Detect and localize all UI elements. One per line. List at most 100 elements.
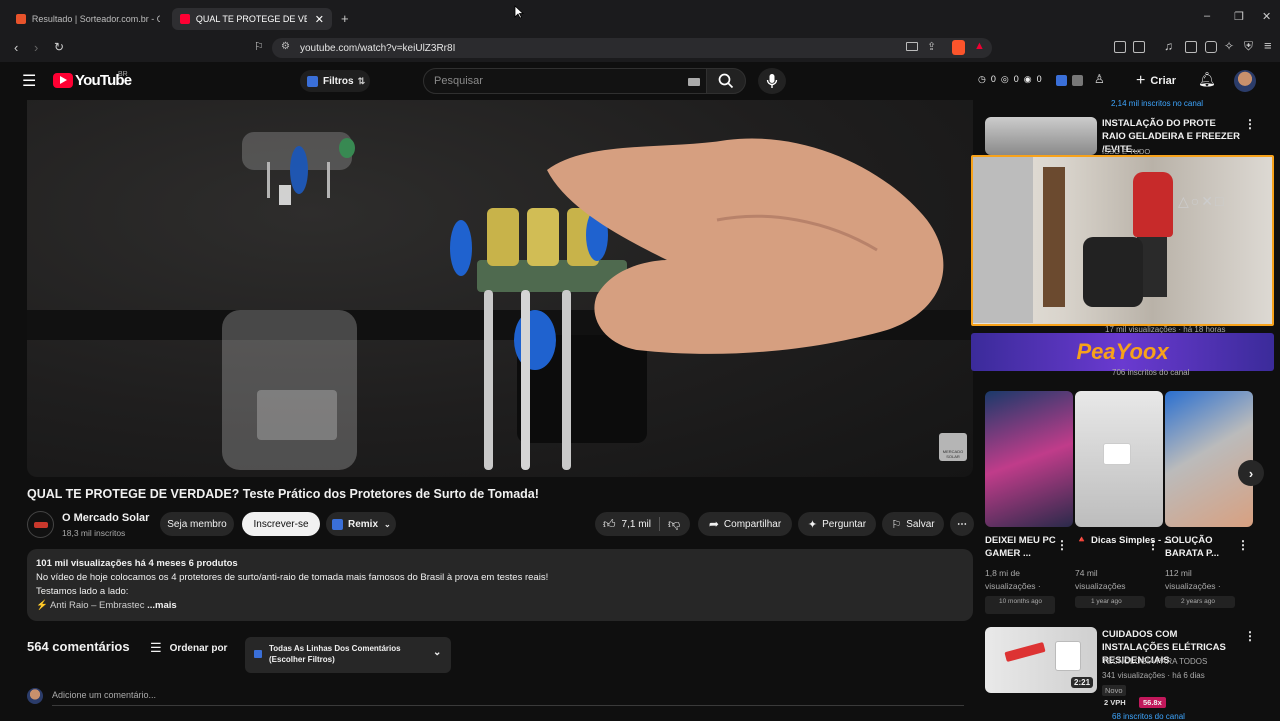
extensions-icon[interactable]: [1114, 41, 1126, 53]
video-player[interactable]: MERCADO SOLAR: [27, 100, 973, 477]
voice-search-button[interactable]: [758, 68, 786, 94]
stats-counters: ◷ 0 ◎ 0 ◉ 0: [978, 74, 1042, 85]
short-title[interactable]: Dicas Simples - ...: [1091, 534, 1172, 547]
notifications-bell-icon[interactable]: 🔔︎: [1198, 71, 1216, 88]
short-thumbnail[interactable]: [1075, 391, 1163, 527]
logo-region: BR: [118, 71, 128, 78]
webcam-overlay: △○✕□: [971, 155, 1274, 326]
youtube-logo-icon[interactable]: [53, 73, 73, 88]
show-more-link[interactable]: ...mais: [147, 600, 177, 611]
short-thumbnail[interactable]: [1165, 391, 1253, 527]
site-info-icon[interactable]: ⚙: [281, 41, 290, 52]
browser-menu-icon[interactable]: ≡: [1264, 38, 1272, 53]
like-count[interactable]: 7,1 mil: [622, 519, 651, 530]
sort-label: Ordenar por: [169, 642, 228, 654]
more-options-icon[interactable]: ⋮: [1147, 538, 1159, 552]
short-age-text: 1 year ago: [1091, 598, 1122, 605]
hamburger-menu-icon[interactable]: ☰: [22, 71, 36, 91]
join-member-button[interactable]: Seja membro: [160, 512, 234, 536]
more-options-icon[interactable]: ⋮: [1244, 117, 1256, 131]
filter-label-sub: (Escolher Filtros): [269, 655, 335, 664]
account-avatar[interactable]: [1234, 70, 1256, 92]
plus-icon: +: [1136, 72, 1146, 89]
like-icon[interactable]: 👍︎: [603, 517, 616, 532]
search-input[interactable]: Pesquisar: [423, 68, 707, 94]
short-title[interactable]: SOLUÇÃO BARATA P...: [1165, 534, 1237, 560]
comment-input-underline: [52, 705, 964, 706]
share-page-icon[interactable]: ⇪: [927, 40, 936, 53]
sidebar-toggle-icon[interactable]: [1185, 41, 1197, 53]
short-age: 1 year ago: [1075, 596, 1145, 608]
cast-icon[interactable]: [906, 42, 918, 51]
search-placeholder: Pesquisar: [434, 75, 483, 87]
filter-ext-icon: [254, 650, 262, 658]
ask-button[interactable]: ✦ Perguntar: [798, 512, 876, 536]
forward-icon[interactable]: ›: [34, 40, 38, 55]
extension-2-icon[interactable]: [1133, 41, 1145, 53]
back-icon[interactable]: ‹: [14, 40, 18, 55]
close-window-icon[interactable]: ✕: [1262, 10, 1271, 23]
filters-button[interactable]: Filtros ⇅: [300, 70, 370, 92]
short-thumbnail[interactable]: [985, 391, 1073, 527]
counter-value: 0: [990, 74, 996, 84]
description-line: No vídeo de hoje colocamos os 4 protetor…: [36, 572, 549, 583]
rewards-icon[interactable]: ▲: [974, 40, 985, 52]
duration-badge: 2:21: [1071, 677, 1094, 688]
timer-icon: ◷: [978, 74, 986, 84]
search-button[interactable]: [706, 68, 746, 94]
close-tab-icon[interactable]: ✕: [315, 13, 324, 26]
channel-name[interactable]: O Mercado Solar: [62, 512, 149, 524]
chevron-down-icon: ⌄: [433, 647, 442, 658]
bookmark-icon[interactable]: ⚐: [254, 40, 264, 53]
more-actions-icon[interactable]: ⋯: [950, 512, 974, 536]
filters-label: Filtros: [323, 75, 354, 87]
tubebuddy-icon[interactable]: [1056, 75, 1067, 86]
channel-avatar[interactable]: [27, 511, 54, 538]
extension-menu-icon[interactable]: [1072, 75, 1083, 86]
description-box[interactable]: 101 mil visualizações há 4 meses 6 produ…: [27, 549, 973, 621]
trophy-icon[interactable]: ♙: [1094, 72, 1105, 86]
share-button[interactable]: ➦ Compartilhar: [698, 512, 792, 536]
tab-youtube-video[interactable]: QUAL TE PROTEGE DE VERDADE ✕: [172, 8, 332, 30]
counter-value: 0: [1013, 74, 1019, 84]
share-label: Compartilhar: [723, 518, 782, 530]
vpn-icon[interactable]: ⛨: [1244, 39, 1253, 54]
description-line: Testamos lado a lado:: [36, 586, 129, 597]
media-icon[interactable]: ♫: [1164, 39, 1173, 53]
user-avatar: [27, 688, 43, 704]
more-options-icon[interactable]: ⋮: [1244, 629, 1256, 643]
remix-button[interactable]: Remix ⌄: [326, 512, 396, 536]
rec-thumbnail[interactable]: 2:21: [985, 627, 1097, 693]
filters-ext-icon: [307, 75, 318, 87]
subscribe-button[interactable]: Inscrever-se: [242, 512, 320, 536]
channel-watermark[interactable]: MERCADO SOLAR: [939, 433, 967, 461]
minimize-icon[interactable]: –: [1204, 10, 1210, 22]
short-views-label: visualizações ·: [1165, 581, 1221, 591]
new-tab-icon[interactable]: +: [341, 11, 349, 26]
create-button[interactable]: + Criar: [1136, 72, 1176, 90]
save-button[interactable]: ⚐ Salvar: [882, 512, 944, 536]
url-text: youtube.com/watch?v=keiUlZ3Rr8I: [300, 42, 456, 54]
vph-badge: 2 VPH: [1104, 698, 1126, 707]
restore-icon[interactable]: ❐: [1234, 10, 1244, 23]
more-options-icon[interactable]: ⋮: [1056, 538, 1068, 552]
address-bar[interactable]: ⚙ youtube.com/watch?v=keiUlZ3Rr8I ⇪ ▲: [272, 38, 992, 58]
rec-thumbnail[interactable]: [985, 117, 1097, 155]
chevron-down-icon: ⌄: [384, 519, 391, 529]
leo-ai-icon[interactable]: ✧: [1224, 39, 1234, 53]
video-frame: [27, 132, 973, 470]
brave-shield-icon[interactable]: [952, 40, 965, 55]
dislike-icon[interactable]: 👎︎: [668, 517, 680, 532]
reload-icon[interactable]: ↻: [54, 40, 64, 54]
more-options-icon[interactable]: ⋮: [1237, 538, 1249, 552]
short-age: 2 years ago: [1165, 596, 1235, 608]
keyboard-icon[interactable]: [688, 78, 700, 86]
short-title[interactable]: DEIXEI MEU PC GAMER ...: [985, 534, 1057, 560]
tab-sorteador[interactable]: Resultado | Sorteador.com.br - O Site: [8, 8, 168, 30]
shorts-next-arrow-icon[interactable]: ›: [1238, 460, 1264, 486]
wallet-icon[interactable]: [1205, 41, 1217, 53]
comment-filter-dropdown[interactable]: Todas As Linhas Dos Comentários (Escolhe…: [245, 637, 451, 673]
add-comment-input[interactable]: Adicione um comentário...: [52, 690, 156, 700]
tab-label: Resultado | Sorteador.com.br - O Site: [31, 14, 160, 24]
sort-comments-button[interactable]: ☰ Ordenar por: [150, 640, 227, 656]
